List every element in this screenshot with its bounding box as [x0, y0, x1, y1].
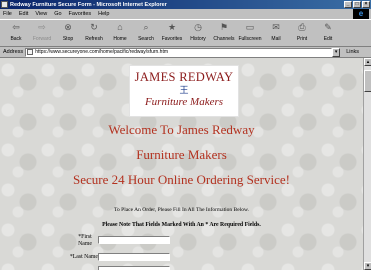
menu-bar: File Edit View Go Favorites Help e — [0, 9, 371, 19]
edit-icon: ✎ — [324, 22, 332, 32]
scroll-up-arrow-icon[interactable]: ▴ — [364, 58, 371, 66]
home-label: Home — [113, 36, 127, 42]
logo-name: JAMES REDWAY — [134, 70, 234, 84]
order-instruction: To Place An Order, Please Fill In All Th… — [114, 207, 249, 213]
fullscreen-label: Fullscreen — [238, 36, 262, 42]
favorites-icon: ★ — [167, 22, 177, 32]
last-name-label: *Last Name — [69, 254, 98, 260]
scroll-down-arrow-icon[interactable]: ▾ — [364, 262, 371, 270]
edit-button[interactable]: ✎ Edit — [315, 20, 341, 46]
vertical-scrollbar[interactable]: ▴ ▾ — [363, 58, 371, 270]
address-dropdown-button[interactable]: ▾ — [332, 47, 341, 57]
window-titlebar: Redway Furniture Secure Form - Microsoft… — [0, 0, 371, 9]
minimize-button[interactable]: _ — [344, 1, 352, 8]
ie-throbber-icon: e — [353, 9, 369, 19]
logo-subtitle: Furniture Makers — [144, 96, 224, 108]
logo-emblem-icon: 王 — [179, 85, 189, 95]
refresh-icon: ↻ — [90, 22, 98, 32]
search-label: Search — [138, 36, 154, 42]
back-arrow-icon: ⇦ — [12, 22, 20, 32]
company-logo: JAMES REDWAY 王 Furniture Makers — [129, 65, 239, 117]
stop-button[interactable]: ⊗ Stop — [55, 20, 81, 46]
page-icon — [27, 49, 34, 55]
print-label: Print — [296, 36, 308, 42]
edit-label: Edit — [323, 36, 333, 42]
refresh-button[interactable]: ↻ Refresh — [81, 20, 107, 46]
menu-favorites[interactable]: Favorites — [69, 11, 92, 17]
fullscreen-button[interactable]: ▭ Fullscreen — [237, 20, 263, 46]
welcome-heading: Welcome To James Redway — [108, 122, 255, 137]
mail-label: Mail — [271, 36, 281, 42]
favorites-label: Favorites — [161, 36, 183, 42]
close-button[interactable]: × — [362, 1, 370, 8]
maximize-button[interactable]: □ — [353, 1, 361, 8]
back-button[interactable]: ⇦ Back — [3, 20, 29, 46]
mail-button[interactable]: ✉ Mail — [263, 20, 289, 46]
menu-edit[interactable]: Edit — [19, 11, 28, 17]
first-name-field[interactable] — [98, 236, 170, 244]
search-icon: ⌕ — [143, 22, 149, 32]
mail-icon: ✉ — [272, 22, 280, 32]
refresh-label: Refresh — [85, 36, 103, 42]
history-label: History — [190, 36, 206, 42]
welcome-subheading: Furniture Makers — [136, 147, 227, 162]
menu-view[interactable]: View — [35, 11, 47, 17]
first-name-label: *First Name — [78, 234, 92, 247]
menu-go[interactable]: Go — [54, 11, 61, 17]
scroll-thumb[interactable] — [364, 70, 371, 92]
channels-icon: ⚑ — [219, 22, 229, 32]
last-name-field[interactable] — [98, 253, 170, 261]
menu-file[interactable]: File — [3, 11, 12, 17]
address-bar: Address https://www.secureyone.com/home/… — [0, 47, 371, 58]
menu-help[interactable]: Help — [98, 11, 109, 17]
stop-icon: ⊗ — [64, 22, 72, 32]
forward-label: Forward — [32, 36, 52, 42]
channels-label: Channels — [213, 36, 235, 42]
address-input[interactable]: https://www.secureyone.com/home/pacific/… — [25, 47, 333, 57]
forward-arrow-icon: ⇨ — [38, 22, 46, 32]
favorites-button[interactable]: ★ Favorites — [159, 20, 185, 46]
home-button[interactable]: ⌂ Home — [107, 20, 133, 46]
forward-button[interactable]: ⇨ Forward — [29, 20, 55, 46]
search-button[interactable]: ⌕ Search — [133, 20, 159, 46]
required-fields-note: Please Note That Fields Marked With An *… — [102, 222, 261, 228]
address-label: Address — [3, 49, 24, 55]
window-title: Redway Furniture Secure Form - Microsoft… — [10, 1, 167, 8]
home-icon: ⌂ — [117, 22, 123, 32]
toolbar: ⇦ Back ⇨ Forward ⊗ Stop ↻ Refresh ⌂ Home… — [0, 19, 371, 47]
links-button[interactable]: Links — [346, 49, 359, 55]
print-icon: ⎙ — [298, 22, 306, 32]
print-button[interactable]: ⎙ Print — [289, 20, 315, 46]
fullscreen-icon: ▭ — [245, 22, 255, 32]
ordering-service-heading: Secure 24 Hour Online Ordering Service! — [73, 172, 290, 187]
next-field[interactable] — [98, 266, 170, 270]
page-content: JAMES REDWAY 王 Furniture Makers Welcome … — [0, 58, 363, 270]
stop-label: Stop — [62, 36, 74, 42]
address-url: https://www.secureyone.com/home/pacific/… — [35, 49, 169, 55]
channels-button[interactable]: ⚑ Channels — [211, 20, 237, 46]
back-label: Back — [10, 36, 22, 42]
history-icon: ◷ — [194, 22, 202, 32]
history-button[interactable]: ◷ History — [185, 20, 211, 46]
ie-app-icon[interactable] — [1, 1, 8, 8]
